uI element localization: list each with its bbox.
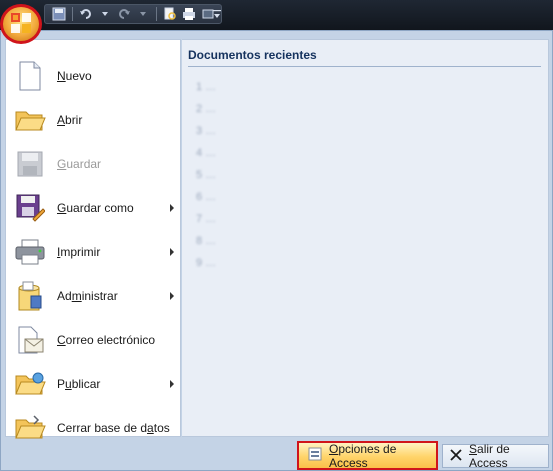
menu-item-nuevo[interactable]: Nuevo xyxy=(6,54,182,98)
save-icon[interactable] xyxy=(51,6,67,22)
toolbar-separator xyxy=(72,7,73,21)
menu-item-abrir[interactable]: Abrir xyxy=(6,98,182,142)
access-options-button[interactable]: Opciones de Access xyxy=(297,441,438,470)
menu-item-label: Guardar como xyxy=(57,201,134,215)
email-icon xyxy=(12,322,48,358)
toolbar-separator xyxy=(156,7,157,21)
options-icon xyxy=(307,446,323,465)
menu-item-administrar[interactable]: Administrar xyxy=(6,274,182,318)
recent-document-item[interactable]: 8 ... xyxy=(196,235,216,249)
menu-item-guardar: Guardar xyxy=(6,142,182,186)
recent-document-item[interactable]: 7 ... xyxy=(196,213,216,227)
close-icon xyxy=(449,448,463,465)
menu-item-publicar[interactable]: Publicar xyxy=(6,362,182,406)
menu-commands: Nuevo Abrir Guardar Guardar como Imprimi… xyxy=(5,39,182,439)
submenu-arrow-icon xyxy=(170,204,174,212)
submenu-arrow-icon xyxy=(170,248,174,256)
recent-document-item[interactable]: 3 ... xyxy=(196,125,216,139)
office-button[interactable] xyxy=(0,4,42,44)
menu-item-label: Correo electrónico xyxy=(57,333,156,347)
menu-item-guardar-como[interactable]: Guardar como xyxy=(6,186,182,230)
menu-item-label: Abrir xyxy=(57,113,83,127)
menu-item-label: Publicar xyxy=(57,377,101,391)
menu-item-label: Imprimir xyxy=(57,245,101,259)
save-as-icon xyxy=(12,190,48,226)
redo-dropdown-icon[interactable] xyxy=(135,6,151,22)
menu-item-cerrar-base-de-datos[interactable]: Cerrar base de datos xyxy=(6,406,182,450)
quick-access-buttons xyxy=(44,4,222,24)
access-options-label: Opciones de Access xyxy=(329,441,397,470)
undo-icon[interactable] xyxy=(78,6,94,22)
submenu-arrow-icon xyxy=(170,380,174,388)
undo-dropdown-icon[interactable] xyxy=(97,6,113,22)
exit-access-button[interactable]: Salir de Access xyxy=(442,442,549,470)
publish-icon xyxy=(12,366,48,402)
menu-item-imprimir[interactable]: Imprimir xyxy=(6,230,182,274)
print-icon[interactable] xyxy=(181,6,197,22)
close-database-icon xyxy=(12,410,48,446)
new-document-icon xyxy=(12,58,48,94)
recent-document-item[interactable]: 1 ... xyxy=(196,81,216,95)
office-menu: Nuevo Abrir Guardar Guardar como Imprimi… xyxy=(0,30,553,471)
menu-item-label: Nuevo xyxy=(57,69,92,83)
save-disk-icon xyxy=(12,146,48,182)
recent-document-item[interactable]: 6 ... xyxy=(196,191,216,205)
quick-access-toolbar xyxy=(0,0,553,30)
menu-item-label: Guardar xyxy=(57,157,102,171)
menu-item-label: Administrar xyxy=(57,289,118,303)
menu-item-correo-electronico[interactable]: Correo electrónico xyxy=(6,318,182,362)
recent-document-item[interactable]: 5 ... xyxy=(196,169,216,183)
menu-item-label: Cerrar base de datos xyxy=(57,421,170,435)
print-preview-icon[interactable] xyxy=(162,6,178,22)
recent-documents-panel: Documentos recientes 1 ... 2 ... 3 ... 4 ..… xyxy=(182,39,549,437)
redo-icon[interactable] xyxy=(116,6,132,22)
manage-database-icon xyxy=(12,278,48,314)
submenu-arrow-icon xyxy=(170,292,174,300)
exit-access-label: Salir de Access xyxy=(469,442,510,470)
office-logo-icon xyxy=(10,12,32,37)
printer-icon xyxy=(12,234,48,270)
open-folder-icon xyxy=(12,102,48,138)
recent-document-item[interactable]: 4 ... xyxy=(196,147,216,161)
customize-toolbar-icon[interactable] xyxy=(212,8,222,20)
divider xyxy=(188,66,541,67)
recent-document-item[interactable]: 9 ... xyxy=(196,257,216,271)
recent-documents-title: Documentos recientes xyxy=(188,48,317,62)
recent-document-item[interactable]: 2 ... xyxy=(196,103,216,117)
